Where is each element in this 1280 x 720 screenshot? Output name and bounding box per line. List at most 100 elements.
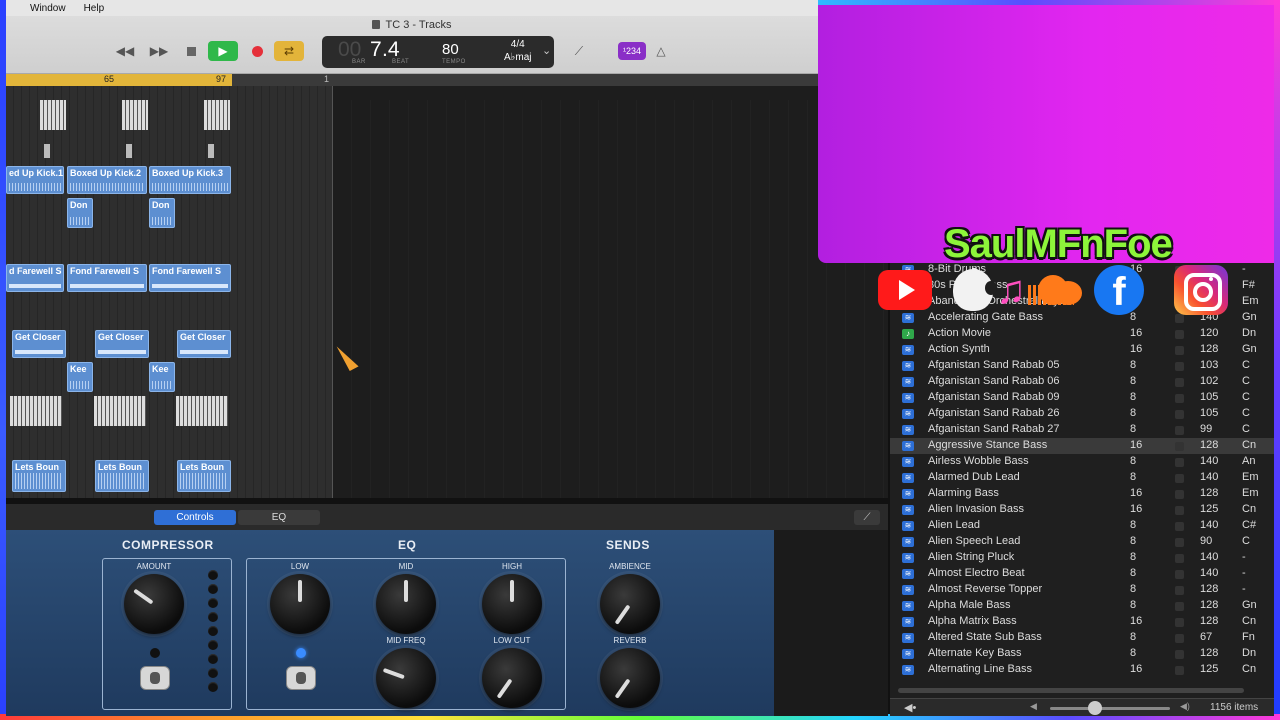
favorite-checkbox[interactable]	[1175, 570, 1184, 579]
midi-region[interactable]	[176, 396, 228, 426]
region-kee[interactable]: Kee	[149, 362, 175, 392]
favorite-checkbox[interactable]	[1175, 538, 1184, 547]
loop-row[interactable]: ≋ Alien String Pluck 8 140 -	[890, 550, 1274, 566]
favorite-checkbox[interactable]	[1175, 586, 1184, 595]
region-don[interactable]: Don	[67, 198, 93, 228]
loop-row[interactable]: ≋ Alien Invasion Bass 16 125 Cn	[890, 502, 1274, 518]
loop-row[interactable]: ♪ Action Movie 16 120 Dn	[890, 326, 1274, 342]
loop-row[interactable]: ≋ Afganistan Sand Rabab 26 8 105 C	[890, 406, 1274, 422]
favorite-checkbox[interactable]	[1175, 394, 1184, 403]
play-button[interactable]: ▶	[208, 41, 238, 61]
preview-speaker-icon[interactable]: ◀•	[904, 701, 916, 714]
favorite-checkbox[interactable]	[1175, 650, 1184, 659]
ruler[interactable]: 65 97 1	[6, 74, 888, 86]
loop-row[interactable]: ≋ Afganistan Sand Rabab 05 8 103 C	[890, 358, 1274, 374]
midi-region[interactable]	[204, 100, 230, 130]
reverb-knob[interactable]	[600, 648, 660, 708]
region-kick[interactable]: Boxed Up Kick.3	[149, 166, 231, 194]
fast-forward-button[interactable]: ▶▶	[146, 42, 172, 60]
loop-row[interactable]: ≋ Alien Lead 8 140 C#	[890, 518, 1274, 534]
midi-region[interactable]	[94, 396, 146, 426]
eq-toggle[interactable]	[286, 666, 316, 690]
horizontal-scrollbar[interactable]	[898, 688, 1244, 693]
loop-row[interactable]: ≋ Alpha Matrix Bass 16 128 Cn	[890, 614, 1274, 630]
menu-help[interactable]: Help	[84, 3, 105, 14]
favorite-checkbox[interactable]	[1175, 442, 1184, 451]
favorite-checkbox[interactable]	[1175, 666, 1184, 675]
tuner-button[interactable]: ⟋	[566, 42, 592, 60]
amount-knob[interactable]	[124, 574, 184, 634]
compressor-toggle[interactable]	[140, 666, 170, 690]
wrench-icon[interactable]: ⟋	[854, 510, 880, 525]
region-kee[interactable]: Kee	[67, 362, 93, 392]
favorite-checkbox[interactable]	[1175, 490, 1184, 499]
stop-button[interactable]	[178, 42, 204, 60]
low-cut-knob[interactable]	[482, 648, 542, 708]
loop-row[interactable]: ≋ Action Synth 16 128 Gn	[890, 342, 1274, 358]
favorite-checkbox[interactable]	[1175, 554, 1184, 563]
region-get-closer[interactable]: Get Closer	[177, 330, 231, 358]
loop-row[interactable]: ≋ Altered State Sub Bass 8 67 Fn	[890, 630, 1274, 646]
favorite-checkbox[interactable]	[1175, 362, 1184, 371]
loop-row[interactable]: ≋ Airless Wobble Bass 8 140 An	[890, 454, 1274, 470]
loop-row[interactable]: ≋ Alternating Line Bass 16 125 Cn	[890, 662, 1274, 678]
tab-eq[interactable]: EQ	[238, 510, 320, 525]
menu-window[interactable]: Window	[30, 3, 66, 14]
loop-row[interactable]: ≋ Alternate Key Bass 8 128 Dn	[890, 646, 1274, 662]
midi-region[interactable]	[10, 396, 62, 426]
region-get-closer[interactable]: Get Closer	[12, 330, 66, 358]
preview-volume-slider[interactable]	[1050, 707, 1170, 710]
favorite-checkbox[interactable]	[1175, 426, 1184, 435]
loop-row[interactable]: ≋ Almost Reverse Topper 8 128 -	[890, 582, 1274, 598]
favorite-checkbox[interactable]	[1175, 314, 1184, 323]
chevron-down-icon[interactable]: ⌄	[542, 44, 551, 57]
tab-controls[interactable]: Controls	[154, 510, 236, 525]
region-don[interactable]: Don	[149, 198, 175, 228]
favorite-checkbox[interactable]	[1175, 618, 1184, 627]
favorite-checkbox[interactable]	[1175, 458, 1184, 467]
region-lets-bounce[interactable]: Lets Boun	[95, 460, 149, 492]
lcd-display[interactable]: 00 7 .4 BAR BEAT 80 TEMPO 4/4 A♭maj ⌄	[322, 36, 554, 68]
favorite-checkbox[interactable]	[1175, 474, 1184, 483]
loop-row[interactable]: ≋ Aggressive Stance Bass 16 128 Cn	[890, 438, 1274, 454]
favorite-checkbox[interactable]	[1175, 346, 1184, 355]
tracks-area[interactable]: 65 97 1 ed Up Kick.1 Boxed Up Kick.2 Box…	[6, 74, 888, 498]
playhead-mark[interactable]: 1	[324, 74, 329, 84]
favorite-checkbox[interactable]	[1175, 522, 1184, 531]
favorite-checkbox[interactable]	[1175, 602, 1184, 611]
favorite-checkbox[interactable]	[1175, 378, 1184, 387]
region-farewell[interactable]: Fond Farewell S	[67, 264, 147, 292]
arrange-grid[interactable]: ed Up Kick.1 Boxed Up Kick.2 Boxed Up Ki…	[6, 86, 332, 498]
record-button[interactable]	[244, 42, 270, 60]
metronome-button[interactable]: △	[648, 42, 674, 60]
loop-row[interactable]: ≋ Alien Speech Lead 8 90 C	[890, 534, 1274, 550]
favorite-checkbox[interactable]	[1175, 506, 1184, 515]
high-knob[interactable]	[482, 574, 542, 634]
region-get-closer[interactable]: Get Closer	[95, 330, 149, 358]
loop-row[interactable]: ≋ Afganistan Sand Rabab 06 8 102 C	[890, 374, 1274, 390]
loop-row[interactable]: ≋ Afganistan Sand Rabab 09 8 105 C	[890, 390, 1274, 406]
favorite-checkbox[interactable]	[1175, 330, 1184, 339]
region-lets-bounce[interactable]: Lets Boun	[177, 460, 231, 492]
ambience-knob[interactable]	[600, 574, 660, 634]
loop-row[interactable]: ≋ Alarmed Dub Lead 8 140 Em	[890, 470, 1274, 486]
cycle-button[interactable]: ⇄	[274, 41, 304, 61]
empty-arrange-area[interactable]	[332, 86, 888, 498]
rewind-button[interactable]: ◀◀	[112, 42, 138, 60]
midi-region[interactable]	[122, 100, 148, 130]
count-in-button[interactable]: ¹234	[618, 42, 646, 60]
region-kick[interactable]: ed Up Kick.1	[6, 166, 64, 194]
loop-row[interactable]: ≋ Alarming Bass 16 128 Em	[890, 486, 1274, 502]
loop-row[interactable]: ≋ Almost Electro Beat 8 140 -	[890, 566, 1274, 582]
favorite-checkbox[interactable]	[1175, 410, 1184, 419]
loop-row[interactable]: ≋ Afganistan Sand Rabab 27 8 99 C	[890, 422, 1274, 438]
volume-slider-thumb[interactable]	[1088, 701, 1102, 715]
region-farewell[interactable]: d Farewell S	[6, 264, 64, 292]
region-kick[interactable]: Boxed Up Kick.2	[67, 166, 147, 194]
mid-freq-knob[interactable]	[376, 648, 436, 708]
midi-region[interactable]	[40, 100, 66, 130]
region-lets-bounce[interactable]: Lets Boun	[12, 460, 66, 492]
favorite-checkbox[interactable]	[1175, 634, 1184, 643]
region-farewell[interactable]: Fond Farewell S	[149, 264, 231, 292]
mid-knob[interactable]	[376, 574, 436, 634]
